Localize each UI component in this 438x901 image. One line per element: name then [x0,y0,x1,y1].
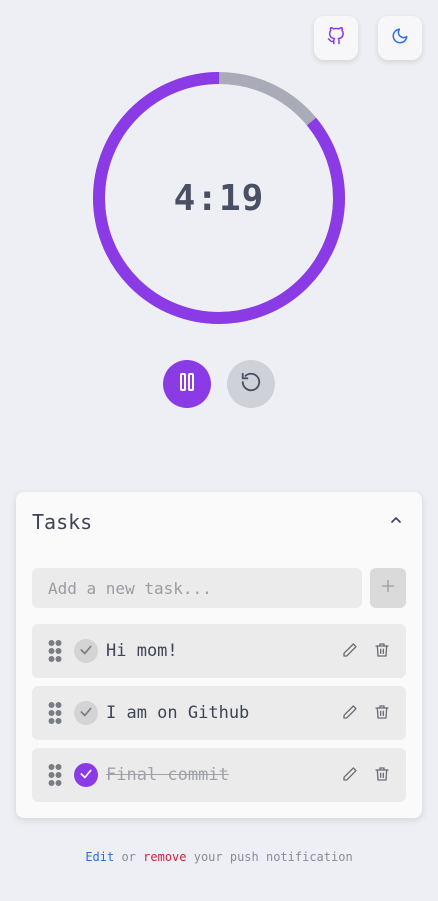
task-label: Final commit [106,765,229,785]
footer-or-text: or [121,850,136,864]
check-icon [79,704,93,723]
reset-icon [240,371,262,397]
tasks-title: Tasks [32,510,93,534]
task-checkbox[interactable] [74,639,98,663]
drag-handle-icon[interactable] [48,764,62,786]
pause-button[interactable] [163,360,211,408]
edit-notification-link[interactable]: Edit [85,850,114,864]
trash-icon[interactable] [374,766,390,782]
pause-icon [178,372,196,396]
github-icon [327,26,345,49]
task-item[interactable]: Hi mom! [32,624,406,678]
remove-notification-link[interactable]: remove [143,850,186,864]
task-item[interactable]: I am on Github [32,686,406,740]
drag-handle-icon[interactable] [48,702,62,724]
check-icon [79,642,93,661]
trash-icon[interactable] [374,642,390,658]
task-item[interactable]: Final commit [32,748,406,802]
collapse-button[interactable] [386,512,406,532]
footer-rest-text: your push notification [193,850,353,864]
timer-ring: 4:19 [93,72,345,324]
moon-icon [391,27,409,49]
trash-icon[interactable] [374,704,390,720]
task-checkbox[interactable] [74,701,98,725]
drag-handle-icon[interactable] [48,640,62,662]
push-notification-footer: Edit or remove your push notification [0,850,438,864]
check-icon [79,766,93,785]
plus-icon [380,578,396,598]
theme-toggle-button[interactable] [378,16,422,60]
task-checkbox-checked[interactable] [74,763,98,787]
timer-display: 4:19 [173,177,265,219]
task-label: Hi mom! [106,641,178,661]
edit-icon[interactable] [342,642,358,658]
edit-icon[interactable] [342,766,358,782]
github-button[interactable] [314,16,358,60]
edit-icon[interactable] [342,704,358,720]
add-task-button[interactable] [370,568,406,608]
reset-button[interactable] [227,360,275,408]
new-task-input[interactable] [32,568,362,608]
chevron-up-icon [388,512,404,532]
task-label: I am on Github [106,703,250,723]
tasks-card: Tasks Hi mom! [16,492,422,818]
